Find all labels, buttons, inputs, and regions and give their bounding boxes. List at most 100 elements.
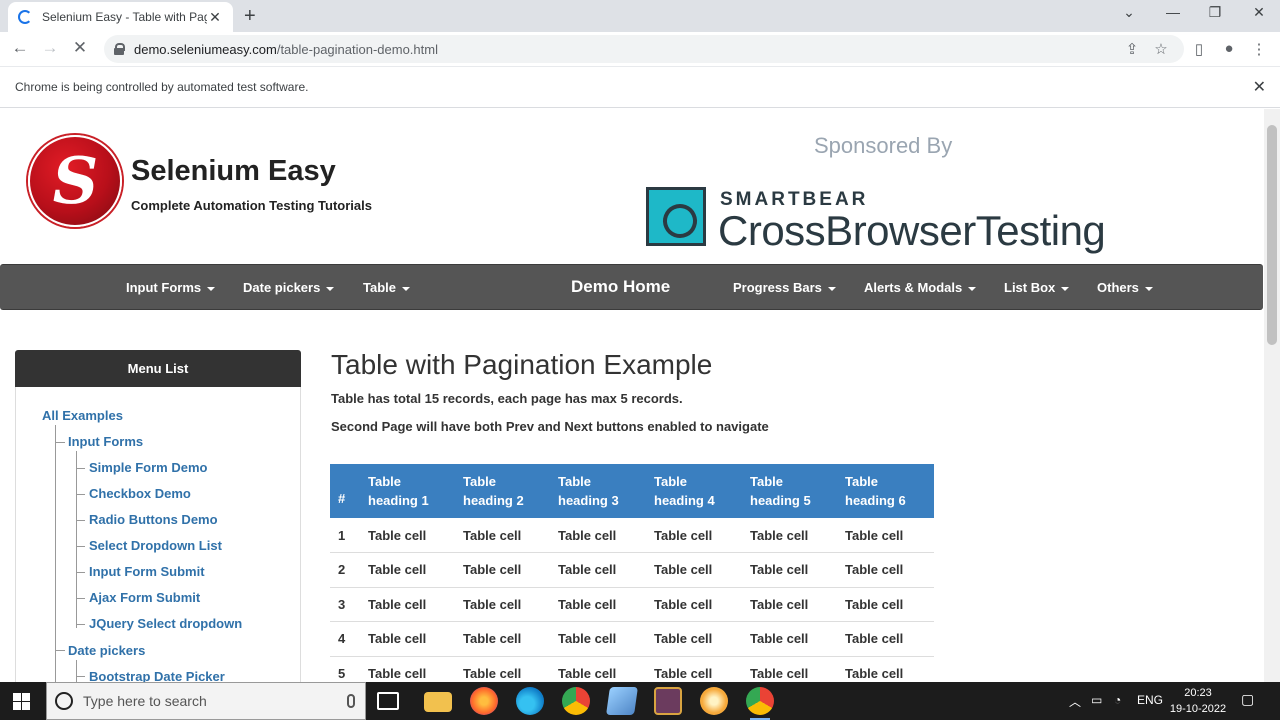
table-cell: Table cell	[646, 552, 742, 588]
menu-simple-form-demo[interactable]: Simple Form Demo	[89, 460, 207, 475]
table-cell: Table cell	[360, 587, 455, 622]
clock-time: 20:23	[1184, 687, 1212, 699]
nav-demo-home[interactable]: Demo Home	[571, 277, 670, 297]
task-view-icon[interactable]	[377, 692, 399, 710]
nav-list-box[interactable]: List Box	[1004, 280, 1070, 295]
chrome-active-icon[interactable]	[746, 687, 774, 720]
menu-radio-buttons-demo[interactable]: Radio Buttons Demo	[89, 512, 218, 527]
tree-connector	[55, 442, 65, 443]
automation-infobar: Chrome is being controlled by automated …	[0, 66, 1280, 108]
row-number: 2	[330, 552, 360, 588]
tab-close-icon[interactable]: ✕	[207, 9, 223, 26]
microphone-icon[interactable]	[347, 694, 355, 708]
menu-bootstrap-date-picker[interactable]: Bootstrap Date Picker	[89, 669, 225, 682]
windows-start-icon[interactable]	[13, 693, 30, 710]
table-cell: Table cell	[455, 656, 550, 682]
back-button[interactable]: ←	[8, 38, 32, 58]
menu-jquery-select-dropdown[interactable]: JQuery Select dropdown	[89, 616, 242, 631]
notepad-icon[interactable]	[606, 687, 638, 715]
menu-input-form-submit[interactable]: Input Form Submit	[89, 564, 205, 579]
table-row: 2 Table cell Table cell Table cell Table…	[330, 552, 934, 588]
infobar-message: Chrome is being controlled by automated …	[15, 80, 309, 94]
menu-checkbox-demo[interactable]: Checkbox Demo	[89, 486, 191, 501]
nav-date-pickers[interactable]: Date pickers	[243, 280, 335, 295]
chrome-icon[interactable]	[562, 687, 590, 715]
table-cell: Table cell	[646, 587, 742, 622]
tree-connector	[76, 546, 85, 547]
table-cell: Table cell	[360, 552, 455, 588]
nav-progress-bars[interactable]: Progress Bars	[733, 280, 836, 295]
tree-connector	[76, 451, 77, 628]
nav-others[interactable]: Others	[1097, 280, 1153, 295]
file-explorer-icon[interactable]	[424, 692, 452, 712]
caret-down-icon	[326, 286, 335, 291]
nav-label: Table	[363, 280, 396, 295]
url-text: demo.seleniumeasy.com/table-pagination-d…	[134, 42, 438, 57]
menu-date-pickers[interactable]: Date pickers	[68, 643, 145, 658]
table-cell: Table cell	[360, 656, 455, 682]
tray-chevron-up-icon[interactable]: ︿	[1069, 693, 1081, 710]
selenium-easy-logo[interactable]: S	[28, 135, 122, 227]
nav-label: List Box	[1004, 280, 1056, 295]
caret-down-icon	[402, 286, 410, 291]
table-cell: Table cell	[837, 552, 934, 588]
sponsor-name[interactable]: CrossBrowserTesting	[718, 207, 1106, 255]
side-panel-icon[interactable]: ▯	[1189, 40, 1209, 58]
smartbear-logo-icon[interactable]	[646, 187, 706, 246]
main-navbar: Input Forms Date pickers Table Demo Home…	[0, 264, 1263, 310]
lock-icon[interactable]	[114, 43, 125, 55]
window-close-button[interactable]: ✕	[1244, 4, 1274, 21]
share-icon[interactable]: ⇪	[1122, 40, 1142, 58]
table-cell: Table cell	[360, 518, 455, 553]
table-cell: Table cell	[455, 552, 550, 588]
table-header: Table heading 1	[360, 464, 455, 518]
restore-button[interactable]: ❐	[1200, 4, 1230, 21]
edge-icon[interactable]	[516, 687, 544, 715]
menu-kebab-icon[interactable]: ⋮	[1249, 40, 1269, 58]
nav-input-forms[interactable]: Input Forms	[126, 280, 216, 295]
notifications-icon[interactable]: ▢	[1241, 691, 1254, 708]
taskbar-clock[interactable]: 20:23 19-10-2022	[1168, 685, 1228, 717]
table-cell: Table cell	[550, 621, 646, 657]
tree-connector	[76, 598, 85, 599]
bookmark-star-icon[interactable]: ☆	[1151, 40, 1171, 58]
nav-table[interactable]: Table	[363, 280, 410, 295]
menu-input-forms[interactable]: Input Forms	[68, 434, 143, 449]
menu-all-examples[interactable]: All Examples	[42, 408, 123, 423]
menu-select-dropdown-list[interactable]: Select Dropdown List	[89, 538, 222, 553]
tree-connector	[76, 660, 77, 682]
app-icon[interactable]	[654, 687, 682, 715]
table-cell: Table cell	[550, 518, 646, 553]
menu-list-header: Menu List	[15, 350, 301, 387]
firefox-icon[interactable]	[470, 687, 498, 715]
address-bar[interactable]: demo.seleniumeasy.com/table-pagination-d…	[104, 35, 1184, 63]
infobar-close-icon[interactable]: ✕	[1253, 77, 1266, 97]
nav-label: Others	[1097, 280, 1139, 295]
tree-connector	[55, 425, 56, 682]
table-header: Table heading 5	[742, 464, 837, 518]
table-cell: Table cell	[550, 656, 646, 682]
tree-connector	[76, 624, 85, 625]
page-scrollbar[interactable]	[1264, 109, 1280, 682]
new-tab-button[interactable]: +	[244, 5, 256, 28]
wifi-icon[interactable]: ◔	[1114, 693, 1121, 707]
language-indicator[interactable]: ENG	[1137, 693, 1163, 707]
stop-loading-button[interactable]: ✕	[68, 38, 92, 58]
table-cell: Table cell	[646, 656, 742, 682]
table-cell: Table cell	[742, 621, 837, 657]
battery-icon[interactable]: ▭	[1091, 693, 1102, 707]
menu-ajax-form-submit[interactable]: Ajax Form Submit	[89, 590, 200, 605]
nav-label: Alerts & Modals	[864, 280, 963, 295]
taskbar-search[interactable]: Type here to search	[46, 682, 366, 720]
tab-search-icon[interactable]: ⌄	[1114, 4, 1144, 21]
nav-alerts-modals[interactable]: Alerts & Modals	[864, 280, 977, 295]
forward-button[interactable]: →	[38, 38, 62, 58]
browser-tab[interactable]: Selenium Easy - Table with Paginati ✕	[8, 2, 233, 32]
profile-avatar-icon[interactable]: ●	[1219, 40, 1239, 57]
browser-tab-strip: Selenium Easy - Table with Paginati ✕ + …	[0, 0, 1280, 32]
app-icon[interactable]	[700, 687, 728, 715]
scrollbar-thumb[interactable]	[1267, 125, 1277, 345]
minimize-button[interactable]: —	[1158, 4, 1188, 20]
row-number: 3	[330, 587, 360, 622]
table-row: 4 Table cell Table cell Table cell Table…	[330, 621, 934, 657]
